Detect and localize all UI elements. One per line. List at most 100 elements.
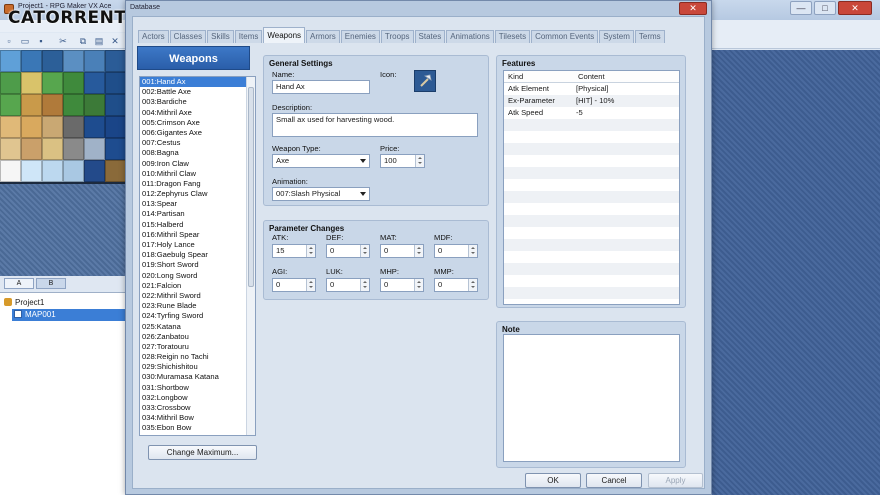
tile-swatch[interactable] <box>63 160 84 182</box>
paste-icon[interactable]: ▤ <box>94 36 104 46</box>
note-textarea[interactable] <box>503 334 680 462</box>
tile-swatch[interactable] <box>21 138 42 160</box>
minimize-button[interactable]: — <box>790 1 812 15</box>
feature-empty-row[interactable] <box>504 227 679 239</box>
weapon-list-item[interactable]: 003:Bardiche <box>140 97 255 107</box>
feature-row[interactable]: Atk Element [Physical] <box>504 83 679 95</box>
weapon-list-item[interactable]: 033:Crossbow <box>140 403 255 413</box>
tab-system[interactable]: System <box>599 30 634 43</box>
tile-swatch[interactable] <box>105 50 126 72</box>
weapon-list-item[interactable]: 024:Tyrfing Sword <box>140 311 255 321</box>
tile-swatch[interactable] <box>0 160 21 182</box>
tile-swatch[interactable] <box>42 50 63 72</box>
feature-empty-row[interactable] <box>504 119 679 131</box>
price-spinner[interactable] <box>415 155 424 167</box>
weapon-list-item[interactable]: 005:Crimson Axe <box>140 118 255 128</box>
tab-classes[interactable]: Classes <box>169 30 207 43</box>
weapon-list-item[interactable]: 008:Bagna <box>140 148 255 158</box>
weapon-list-item[interactable]: 016:Mithril Spear <box>140 230 255 240</box>
delete-icon[interactable]: ✕ <box>110 36 120 46</box>
weapon-list-item[interactable]: 028:Reigin no Tachi <box>140 352 255 362</box>
atk-spinner[interactable] <box>306 245 315 257</box>
weapon-list-item[interactable]: 029:Shichishitou <box>140 362 255 372</box>
mmp-input[interactable]: 0 <box>434 278 478 292</box>
feature-empty-row[interactable] <box>504 203 679 215</box>
name-input[interactable]: Hand Ax <box>272 80 370 94</box>
weapon-list-item[interactable]: 009:Iron Claw <box>140 159 255 169</box>
tile-swatch[interactable] <box>63 94 84 116</box>
feature-empty-row[interactable] <box>504 167 679 179</box>
weapon-list-item[interactable]: 010:Mithril Claw <box>140 169 255 179</box>
mat-spinner[interactable] <box>414 245 423 257</box>
save-icon[interactable]: ▪ <box>36 36 46 46</box>
feature-empty-row[interactable] <box>504 215 679 227</box>
weapon-list-item[interactable]: 020:Long Sword <box>140 271 255 281</box>
tab-terms[interactable]: Terms <box>634 30 665 43</box>
tab-troops[interactable]: Troops <box>380 30 414 43</box>
weapon-list-item[interactable]: 034:Mithril Bow <box>140 413 255 423</box>
luk-spinner[interactable] <box>360 279 369 291</box>
tab-skills[interactable]: Skills <box>207 30 234 43</box>
weapon-list-item[interactable]: 015:Halberd <box>140 220 255 230</box>
weapon-list-item[interactable]: 018:Gaebulg Spear <box>140 250 255 260</box>
weapon-list-item[interactable]: 035:Ebon Bow <box>140 423 255 433</box>
tile-swatch[interactable] <box>0 116 21 138</box>
tile-swatch[interactable] <box>21 50 42 72</box>
tile-swatch[interactable] <box>84 160 105 182</box>
tab-tilesets[interactable]: Tilesets <box>494 30 531 43</box>
feature-empty-row[interactable] <box>504 275 679 287</box>
weapon-list-item[interactable]: 021:Falcion <box>140 281 255 291</box>
feature-empty-row[interactable] <box>504 287 679 299</box>
weapon-list-item[interactable]: 017:Holy Lance <box>140 240 255 250</box>
mmp-spinner[interactable] <box>468 279 477 291</box>
def-input[interactable]: 0 <box>326 244 370 258</box>
feature-empty-row[interactable] <box>504 179 679 191</box>
tree-map-item[interactable]: MAP001 <box>12 309 125 321</box>
weapon-list-item[interactable]: 027:Toratouru <box>140 342 255 352</box>
weapon-list-item[interactable]: 011:Dragon Fang <box>140 179 255 189</box>
tileset-palette[interactable] <box>0 50 126 184</box>
tile-swatch[interactable] <box>63 72 84 94</box>
tile-swatch[interactable] <box>84 50 105 72</box>
weapon-list-item[interactable]: 013:Spear <box>140 199 255 209</box>
mdf-spinner[interactable] <box>468 245 477 257</box>
tile-swatch[interactable] <box>21 160 42 182</box>
new-file-icon[interactable]: ▫ <box>4 36 14 46</box>
weapon-icon-selector[interactable] <box>414 70 436 92</box>
tile-swatch[interactable] <box>21 116 42 138</box>
tile-swatch[interactable] <box>105 116 126 138</box>
mdf-input[interactable]: 0 <box>434 244 478 258</box>
tab-weapons[interactable]: Weapons <box>263 27 306 43</box>
tab-armors[interactable]: Armors <box>306 30 340 43</box>
mhp-input[interactable]: 0 <box>380 278 424 292</box>
weapon-list-item[interactable]: 030:Muramasa Katana <box>140 372 255 382</box>
map-canvas[interactable] <box>712 50 880 495</box>
animation-select[interactable]: 007:Slash Physical <box>272 187 370 201</box>
weapon-list-item[interactable]: 023:Rune Blade <box>140 301 255 311</box>
weapon-list-item[interactable]: 007:Cestus <box>140 138 255 148</box>
tile-swatch[interactable] <box>63 116 84 138</box>
tile-swatch[interactable] <box>42 72 63 94</box>
tile-swatch[interactable] <box>0 50 21 72</box>
agi-input[interactable]: 0 <box>272 278 316 292</box>
features-table[interactable]: Kind Content Atk Element [Physical] Ex-Par… <box>503 70 680 305</box>
feature-row[interactable]: Ex-Parameter [HIT] - 10% <box>504 95 679 107</box>
weapons-list-scrollbar[interactable] <box>246 77 255 435</box>
weapon-type-select[interactable]: Axe <box>272 154 370 168</box>
tab-items[interactable]: Items <box>234 30 263 43</box>
mhp-spinner[interactable] <box>414 279 423 291</box>
tile-swatch[interactable] <box>84 72 105 94</box>
tab-a[interactable]: A <box>4 278 34 289</box>
tile-swatch[interactable] <box>42 116 63 138</box>
weapon-list-item[interactable]: 022:Mithril Sword <box>140 291 255 301</box>
weapon-list-item[interactable]: 002:Battle Axe <box>140 87 255 97</box>
tile-swatch[interactable] <box>0 138 21 160</box>
feature-empty-row[interactable] <box>504 131 679 143</box>
feature-empty-row[interactable] <box>504 191 679 203</box>
tile-swatch[interactable] <box>0 72 21 94</box>
weapon-list-item[interactable]: 004:Mithril Axe <box>140 108 255 118</box>
weapons-list[interactable]: 001:Hand Ax 002:Battle Axe 003:Bardiche 004… <box>139 76 256 436</box>
maximize-button[interactable]: □ <box>814 1 836 15</box>
def-spinner[interactable] <box>360 245 369 257</box>
change-maximum-button[interactable]: Change Maximum... <box>148 445 257 460</box>
